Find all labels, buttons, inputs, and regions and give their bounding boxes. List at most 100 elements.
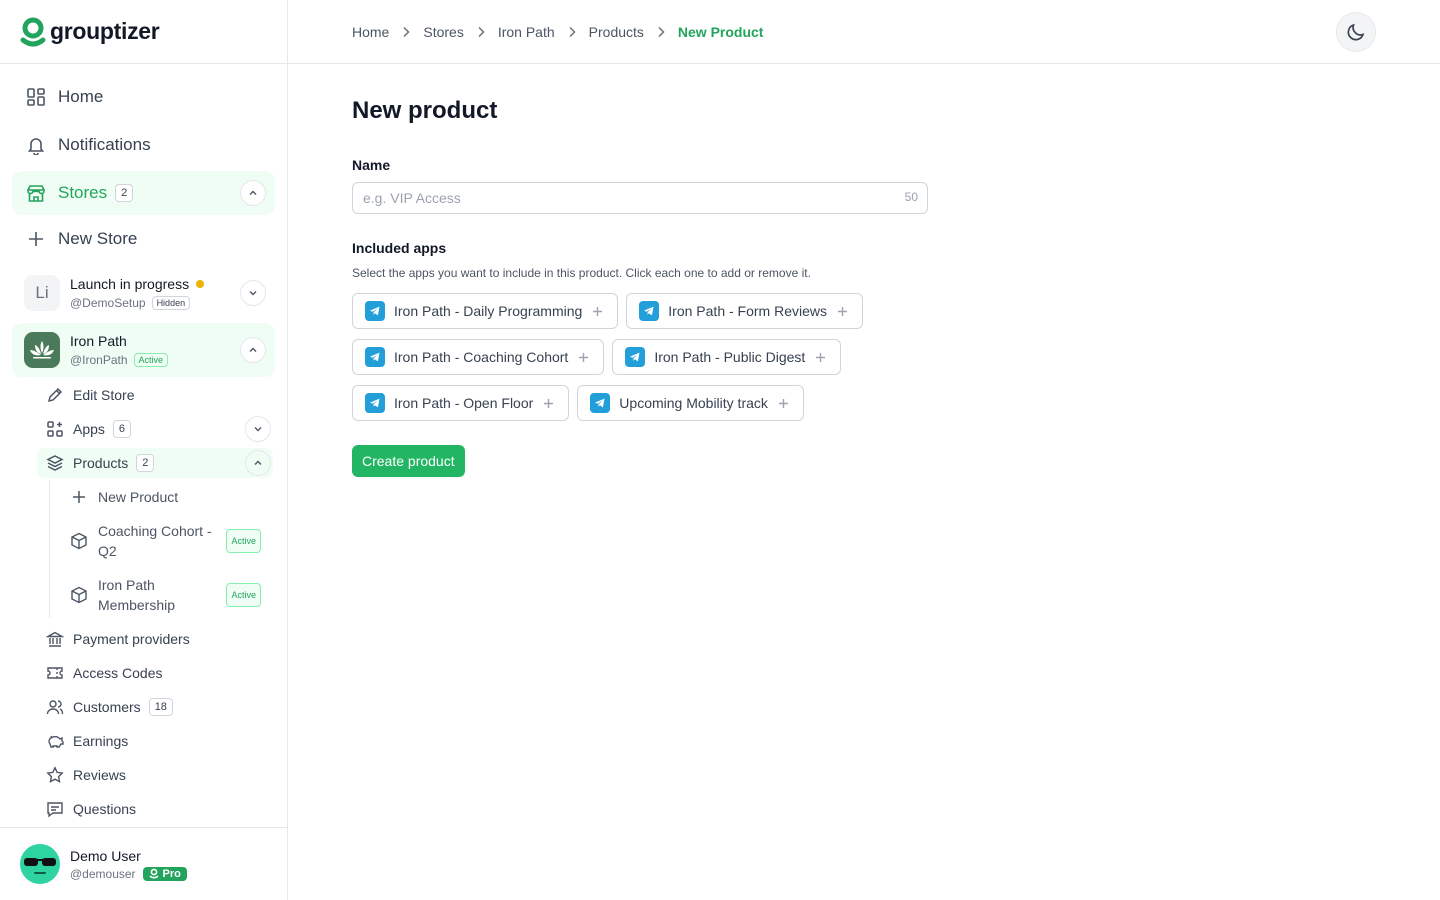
stores-count-badge: 2 bbox=[115, 184, 134, 202]
breadcrumb-stores[interactable]: Stores bbox=[423, 24, 463, 40]
char-limit: 50 bbox=[904, 190, 918, 204]
app-chip[interactable]: Iron Path - Open Floor bbox=[352, 385, 570, 421]
menu-label: Customers bbox=[73, 699, 141, 715]
telegram-icon bbox=[365, 347, 385, 367]
store-menu-reviews[interactable]: Reviews bbox=[37, 760, 273, 790]
plus-icon bbox=[837, 306, 848, 317]
grouptizer-logo-icon bbox=[20, 17, 46, 47]
included-apps-label: Included apps bbox=[352, 240, 447, 256]
name-input[interactable] bbox=[352, 182, 928, 214]
store-menu-earnings[interactable]: Earnings bbox=[37, 726, 273, 756]
chevron-down-icon bbox=[249, 291, 257, 296]
app-chip-list: Iron Path - Daily Programming Iron Path … bbox=[352, 293, 912, 421]
store-row-demosetup[interactable]: Li Launch in progress @DemoSetup Hidden bbox=[12, 266, 275, 320]
collapse-products-button[interactable] bbox=[245, 450, 271, 476]
expand-store-button[interactable] bbox=[240, 280, 266, 306]
plus-icon bbox=[70, 488, 88, 506]
store-menu-questions[interactable]: Questions bbox=[37, 794, 273, 824]
product-item-coaching-cohort[interactable]: Coaching Cohort - Q2 Active bbox=[62, 520, 267, 562]
sidebar-item-notifications[interactable]: Notifications bbox=[12, 123, 275, 167]
app-chip-label: Iron Path - Public Digest bbox=[654, 349, 806, 365]
menu-label: Reviews bbox=[73, 767, 126, 783]
sidebar: grouptizer Home Notifications Stores 2 N… bbox=[0, 0, 288, 900]
bell-icon bbox=[26, 135, 46, 155]
included-apps-help: Select the apps you want to include in t… bbox=[352, 266, 811, 280]
breadcrumb-store[interactable]: Iron Path bbox=[498, 24, 555, 40]
menu-label: Earnings bbox=[73, 733, 129, 749]
product-menu-new-product[interactable]: New Product bbox=[62, 484, 273, 510]
plus-icon bbox=[592, 306, 603, 317]
sunglasses-icon bbox=[24, 858, 56, 874]
sidebar-item-home[interactable]: Home bbox=[12, 75, 275, 119]
store-menu-payment-providers[interactable]: Payment providers bbox=[37, 624, 273, 654]
plus-icon bbox=[543, 398, 554, 409]
app-chip[interactable]: Iron Path - Public Digest bbox=[612, 339, 842, 375]
store-name: Launch in progress bbox=[70, 276, 190, 292]
name-label: Name bbox=[352, 157, 391, 173]
store-handle: @DemoSetup bbox=[70, 296, 146, 310]
user-profile[interactable]: Demo User @demouser Pro bbox=[0, 827, 287, 900]
name-field-wrapper: 50 bbox=[352, 182, 928, 214]
ticket-icon bbox=[46, 664, 64, 682]
sidebar-item-stores[interactable]: Stores 2 bbox=[12, 171, 275, 215]
status-badge: Hidden bbox=[151, 296, 191, 310]
app-chip-label: Upcoming Mobility track bbox=[619, 395, 768, 411]
sidebar-item-label: Home bbox=[58, 87, 104, 106]
expand-apps-button[interactable] bbox=[245, 416, 271, 442]
user-name: Demo User bbox=[70, 847, 141, 864]
menu-label: Access Codes bbox=[73, 665, 163, 681]
menu-label: Questions bbox=[73, 801, 137, 817]
store-avatar bbox=[24, 332, 60, 368]
apps-count-badge: 6 bbox=[112, 420, 132, 438]
menu-label: Payment providers bbox=[73, 631, 190, 647]
app-chip-label: Iron Path - Coaching Cohort bbox=[394, 349, 569, 365]
chevron-right-icon bbox=[401, 26, 411, 38]
top-header: Home Stores Iron Path Products New Produ… bbox=[288, 0, 1440, 64]
store-menu-access-codes[interactable]: Access Codes bbox=[37, 658, 273, 688]
sidebar-item-label: Notifications bbox=[58, 135, 151, 154]
breadcrumb-current: New Product bbox=[677, 23, 764, 40]
status-badge: Active bbox=[226, 583, 261, 607]
store-menu-edit-store[interactable]: Edit Store bbox=[37, 380, 273, 410]
logo[interactable]: grouptizer bbox=[0, 0, 287, 64]
status-badge: Active bbox=[133, 353, 169, 367]
app-chip-label: Iron Path - Daily Programming bbox=[394, 303, 583, 319]
store-menu-apps[interactable]: Apps 6 bbox=[37, 414, 273, 444]
plus-icon bbox=[26, 229, 46, 249]
plus-icon bbox=[578, 352, 589, 363]
status-dot bbox=[196, 280, 205, 288]
breadcrumb-home[interactable]: Home bbox=[352, 24, 389, 40]
app-chip[interactable]: Iron Path - Coaching Cohort bbox=[352, 339, 605, 375]
status-badge: Active bbox=[226, 529, 261, 553]
product-item-iron-path-membership[interactable]: Iron Path Membership Active bbox=[62, 574, 267, 616]
menu-label: Products bbox=[73, 455, 129, 471]
app-chip[interactable]: Upcoming Mobility track bbox=[577, 385, 804, 421]
app-chip[interactable]: Iron Path - Form Reviews bbox=[626, 293, 864, 329]
plus-icon bbox=[778, 398, 789, 409]
theme-toggle-button[interactable] bbox=[1336, 12, 1376, 52]
store-row-ironpath[interactable]: Iron Path @IronPath Active bbox=[12, 323, 275, 377]
store-menu-products[interactable]: Products 2 bbox=[37, 448, 273, 478]
store-name: Iron Path bbox=[70, 333, 127, 349]
plus-icon bbox=[815, 352, 826, 363]
collapse-store-button[interactable] bbox=[240, 337, 266, 363]
avatar bbox=[20, 844, 60, 884]
store-menu-customers[interactable]: Customers 18 bbox=[37, 692, 273, 722]
chevron-up-icon bbox=[249, 190, 257, 195]
app-chip[interactable]: Iron Path - Daily Programming bbox=[352, 293, 619, 329]
create-product-button[interactable]: Create product bbox=[352, 445, 465, 477]
plan-label: Pro bbox=[162, 867, 181, 880]
box-icon bbox=[70, 586, 88, 604]
sidebar-item-new-store[interactable]: New Store bbox=[12, 217, 275, 261]
menu-label: Apps bbox=[73, 421, 105, 437]
bank-icon bbox=[46, 630, 64, 648]
chevron-right-icon bbox=[656, 26, 666, 38]
store-icon bbox=[26, 183, 46, 203]
breadcrumb-products[interactable]: Products bbox=[589, 24, 644, 40]
telegram-icon bbox=[590, 393, 611, 413]
box-icon bbox=[70, 532, 88, 550]
customers-count-badge: 18 bbox=[148, 698, 173, 716]
collapse-stores-button[interactable] bbox=[240, 180, 266, 206]
sidebar-item-label: New Store bbox=[58, 229, 138, 248]
piggy-bank-icon bbox=[46, 732, 64, 750]
